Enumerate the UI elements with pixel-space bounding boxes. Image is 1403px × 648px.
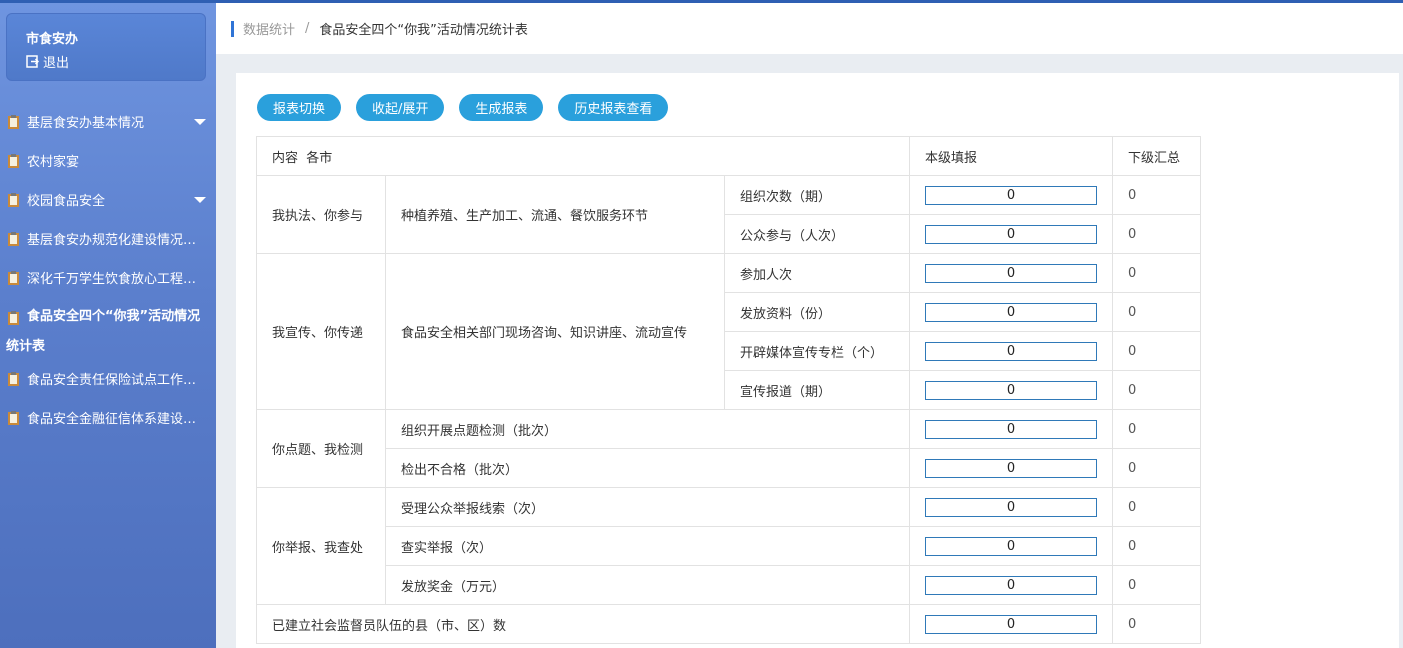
group-label: 你举报、我查处 bbox=[256, 487, 386, 605]
sub-total: 0 bbox=[1112, 409, 1201, 449]
sidebar-item-label: 基层食安办基本情况 bbox=[27, 116, 145, 131]
row-label: 发放资料（份） bbox=[724, 292, 910, 332]
sub-total: 0 bbox=[1112, 292, 1201, 332]
sub-total: 0 bbox=[1112, 253, 1201, 293]
table-row: 我宣传、你传递 食品安全相关部门现场咨询、知识讲座、流动宣传 参加人次 0 bbox=[256, 253, 1201, 410]
generate-report-button[interactable]: 生成报表 bbox=[459, 94, 544, 121]
breadcrumb-accent bbox=[231, 20, 234, 37]
sub-total: 0 bbox=[1112, 331, 1201, 371]
row-label: 查实举报（次） bbox=[385, 526, 910, 566]
breadcrumb: 数据统计 / 食品安全四个“你我”活动情况统计表 bbox=[216, 3, 1403, 54]
sub-total: 0 bbox=[1112, 487, 1201, 527]
chevron-down-icon bbox=[194, 197, 206, 203]
switch-report-button[interactable]: 报表切换 bbox=[257, 94, 342, 121]
local-value-input[interactable] bbox=[925, 380, 1097, 400]
sidebar-item-label: 农村家宴 bbox=[27, 155, 80, 170]
local-value-input[interactable] bbox=[925, 497, 1097, 517]
group-label: 我执法、你参与 bbox=[256, 175, 386, 254]
breadcrumb-parent[interactable]: 数据统计 bbox=[243, 19, 295, 38]
group-description: 种植养殖、生产加工、流通、餐饮服务环节 bbox=[385, 175, 725, 254]
sidebar-item-standardization[interactable]: 基层食安办规范化建设情况统计表 bbox=[0, 219, 216, 258]
local-value-input[interactable] bbox=[925, 341, 1097, 361]
breadcrumb-separator: / bbox=[305, 21, 310, 36]
clipboard-icon bbox=[8, 371, 19, 386]
local-value-input[interactable] bbox=[925, 536, 1097, 556]
sidebar: 市食安办 退出 基层食安办基本情况 农村家宴 校园食品安全 基层食安办规范化建设… bbox=[0, 3, 216, 648]
row-label: 组织次数（期） bbox=[724, 175, 910, 215]
breadcrumb-current: 食品安全四个“你我”活动情况统计表 bbox=[319, 23, 528, 38]
sub-total: 0 bbox=[1112, 565, 1201, 605]
sub-total: 0 bbox=[1112, 604, 1201, 644]
sub-total: 0 bbox=[1112, 448, 1201, 488]
sidebar-item-label: 校园食品安全 bbox=[27, 194, 106, 209]
header-local: 本级填报 bbox=[909, 136, 1113, 176]
row-label: 受理公众举报线索（次） bbox=[385, 487, 910, 527]
local-value-input[interactable] bbox=[925, 614, 1097, 634]
sidebar-item-label: 食品安全四个“你我”活动情况统计表 bbox=[6, 309, 201, 354]
table-row: 查实举报（次） 0 bbox=[257, 526, 1201, 566]
logout-link[interactable]: 退出 bbox=[26, 52, 205, 71]
row-label: 发放奖金（万元） bbox=[385, 565, 910, 605]
table-row: 你点题、我检测 组织开展点题检测（批次） 0 bbox=[256, 409, 1201, 488]
row-label: 检出不合格（批次） bbox=[385, 448, 910, 488]
row-label: 组织开展点题检测（批次） bbox=[385, 409, 910, 449]
logout-icon bbox=[26, 55, 39, 68]
header-sub: 下级汇总 bbox=[1112, 136, 1201, 176]
table-row: 你举报、我查处 受理公众举报线索（次） 0 bbox=[256, 487, 1201, 605]
local-value-input[interactable] bbox=[925, 458, 1097, 478]
clipboard-icon bbox=[8, 410, 19, 425]
local-value-input[interactable] bbox=[925, 263, 1097, 283]
table-row: 我执法、你参与 种植养殖、生产加工、流通、餐饮服务环节 组织次数（期） 0 bbox=[256, 175, 1201, 254]
clipboard-icon bbox=[8, 270, 19, 285]
row-label: 公众参与（人次） bbox=[724, 214, 910, 254]
table-row: 发放奖金（万元） 0 bbox=[257, 565, 1201, 605]
row-label: 已建立社会监督员队伍的县（市、区）数 bbox=[256, 604, 910, 644]
row-label: 参加人次 bbox=[724, 253, 910, 293]
table-row: 检出不合格（批次） 0 bbox=[257, 448, 1201, 488]
sidebar-item-credit[interactable]: 食品安全金融征信体系建设统计表 bbox=[0, 398, 216, 437]
row-label: 开辟媒体宣传专栏（个） bbox=[724, 331, 910, 371]
clipboard-icon bbox=[8, 231, 19, 246]
sidebar-item-label: 基层食安办规范化建设情况统计表 bbox=[27, 233, 197, 248]
sub-total: 0 bbox=[1112, 175, 1201, 215]
clipboard-icon bbox=[8, 192, 19, 207]
header-content: 内容 各市 bbox=[256, 136, 910, 176]
sub-total: 0 bbox=[1112, 370, 1201, 410]
sidebar-item-label: 食品安全责任保险试点工作统计表 bbox=[27, 373, 197, 388]
sub-total: 0 bbox=[1112, 526, 1201, 566]
sidebar-item-basic-info[interactable]: 基层食安办基本情况 bbox=[0, 102, 216, 141]
sidebar-item-insurance[interactable]: 食品安全责任保险试点工作统计表 bbox=[0, 359, 216, 398]
logout-label: 退出 bbox=[43, 56, 70, 71]
toolbar: 报表切换 收起/展开 生成报表 历史报表查看 bbox=[257, 94, 683, 121]
report-table: 内容 各市 本级填报 下级汇总 我执法、你参与 种植养殖、生产加工、流通、餐饮服… bbox=[256, 136, 1201, 644]
local-value-input[interactable] bbox=[925, 575, 1097, 595]
table-header-row: 内容 各市 本级填报 下级汇总 bbox=[256, 136, 1201, 176]
clipboard-icon bbox=[8, 114, 19, 129]
sidebar-item-label: 食品安全金融征信体系建设统计表 bbox=[27, 412, 197, 427]
user-panel: 市食安办 退出 bbox=[6, 13, 206, 81]
sidebar-item-label: 深化千万学生饮食放心工程统计表 bbox=[27, 272, 197, 287]
table-row: 已建立社会监督员队伍的县（市、区）数 0 bbox=[256, 604, 1201, 644]
local-value-input[interactable] bbox=[925, 419, 1097, 439]
local-value-input[interactable] bbox=[925, 185, 1097, 205]
group-label: 你点题、我检测 bbox=[256, 409, 386, 488]
clipboard-icon bbox=[8, 311, 19, 325]
group-label: 我宣传、你传递 bbox=[256, 253, 386, 410]
sidebar-item-four-you-me[interactable]: 食品安全四个“你我”活动情况统计表 bbox=[0, 297, 216, 359]
group-description: 食品安全相关部门现场咨询、知识讲座、流动宣传 bbox=[385, 253, 725, 410]
sidebar-item-student-food[interactable]: 深化千万学生饮食放心工程统计表 bbox=[0, 258, 216, 297]
user-name: 市食安办 bbox=[26, 32, 79, 47]
collapse-expand-button[interactable]: 收起/展开 bbox=[356, 94, 445, 121]
clipboard-icon bbox=[8, 153, 19, 168]
sidebar-item-campus-food[interactable]: 校园食品安全 bbox=[0, 180, 216, 219]
local-value-input[interactable] bbox=[925, 224, 1097, 244]
report-panel: 报表切换 收起/展开 生成报表 历史报表查看 内容 各市 本级填报 下级汇总 我… bbox=[236, 73, 1399, 648]
sidebar-item-rural-banquet[interactable]: 农村家宴 bbox=[0, 141, 216, 180]
local-value-input[interactable] bbox=[925, 302, 1097, 322]
history-report-button[interactable]: 历史报表查看 bbox=[558, 94, 669, 121]
row-label: 宣传报道（期） bbox=[724, 370, 910, 410]
chevron-down-icon bbox=[194, 119, 206, 125]
sub-total: 0 bbox=[1112, 214, 1201, 254]
sidebar-menu: 基层食安办基本情况 农村家宴 校园食品安全 基层食安办规范化建设情况统计表 深化… bbox=[0, 102, 216, 437]
